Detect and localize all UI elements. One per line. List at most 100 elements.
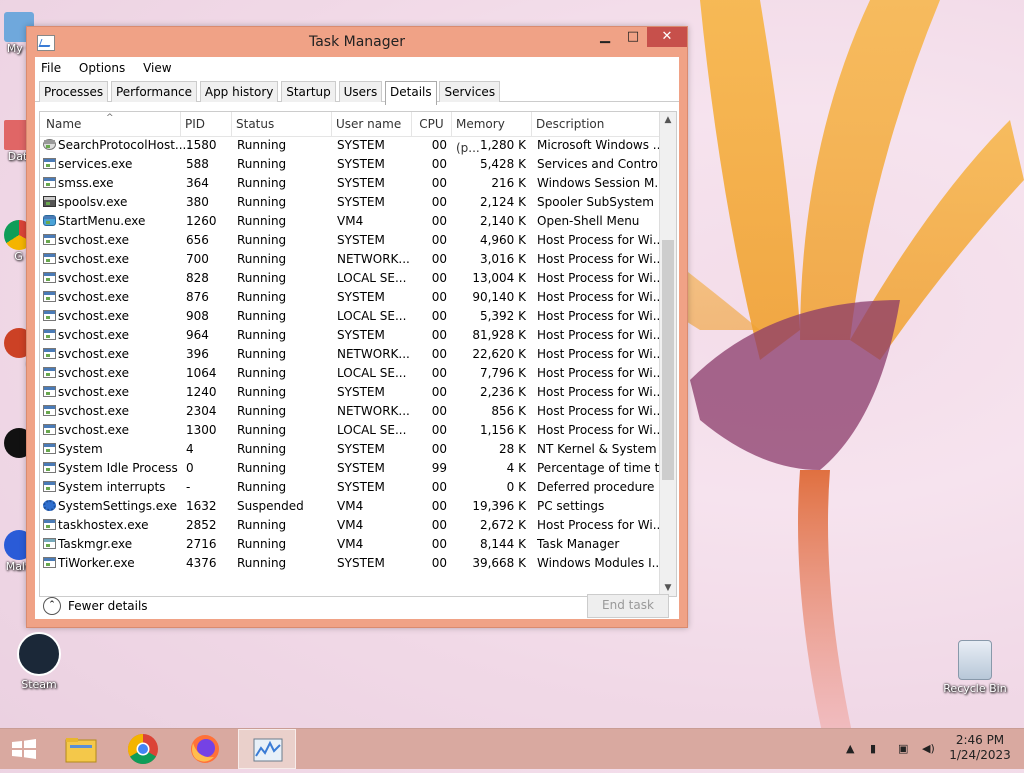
column-header-name[interactable]: Name ^ <box>40 112 181 136</box>
file-explorer-icon <box>65 738 97 763</box>
cell-memory: 856 K <box>491 404 526 418</box>
fewer-details-link[interactable]: Fewer details <box>68 599 148 613</box>
tab-services[interactable]: Services <box>439 81 501 102</box>
cell-cpu: 00 <box>431 385 447 399</box>
cell-name: svchost.exe <box>58 328 129 342</box>
taskbar-firefox[interactable] <box>176 729 234 769</box>
cell-memory: 2,236 K <box>479 385 526 399</box>
cell-description: Host Process for Wi... <box>537 309 659 323</box>
menu-view[interactable]: View <box>143 61 171 75</box>
tab-details[interactable]: Details <box>385 81 437 105</box>
cell-pid: 380 <box>186 195 209 209</box>
cell-pid: 1580 <box>186 138 217 152</box>
table-row[interactable]: svchost.exe 964 Running SYSTEM 00 81,928 K Hos… <box>40 326 660 345</box>
table-row[interactable]: StartMenu.exe 1260 Running VM4 00 2,140 K Open… <box>40 212 660 231</box>
volume-icon[interactable]: ◀) <box>922 729 935 769</box>
cell-description: Microsoft Windows ... <box>537 138 659 152</box>
table-row[interactable]: svchost.exe 876 Running SYSTEM 00 90,140 K Hos… <box>40 288 660 307</box>
cell-description: Host Process for Wi... <box>537 328 659 342</box>
tab-startup[interactable]: Startup <box>281 81 336 102</box>
cell-status: Suspended <box>237 499 304 513</box>
tab-strip: Processes Performance App history Startu… <box>35 79 679 105</box>
scroll-thumb[interactable] <box>662 240 674 480</box>
task-manager-icon <box>253 738 283 762</box>
cell-user-name: SYSTEM <box>337 385 385 399</box>
cell-status: Running <box>237 347 287 361</box>
taskbar-chrome[interactable] <box>114 729 172 769</box>
printer-process-icon <box>43 196 56 207</box>
taskbar-file-explorer[interactable] <box>52 729 110 769</box>
table-row[interactable]: svchost.exe 700 Running NETWORK... 00 3,016 K… <box>40 250 660 269</box>
menu-options[interactable]: Options <box>79 61 125 75</box>
cell-memory: 19,396 K <box>472 499 526 513</box>
table-row[interactable]: svchost.exe 1064 Running LOCAL SE... 00 7,796… <box>40 364 660 383</box>
title-bar[interactable]: Task Manager ▁ □ ✕ <box>27 27 687 57</box>
tab-users[interactable]: Users <box>338 81 383 102</box>
table-row[interactable]: svchost.exe 828 Running LOCAL SE... 00 13,004… <box>40 269 660 288</box>
desktop-icon-label: Steam <box>21 678 57 691</box>
cell-name: System Idle Process <box>58 461 178 475</box>
taskbar-clock[interactable]: 2:46 PM 1/24/2023 <box>948 733 1012 763</box>
cell-pid: 908 <box>186 309 209 323</box>
table-row[interactable]: smss.exe 364 Running SYSTEM 00 216 K Windows S… <box>40 174 660 193</box>
cell-description: Spooler SubSystem ... <box>537 195 659 209</box>
column-header-user-name[interactable]: User name <box>332 112 412 136</box>
cell-pid: 396 <box>186 347 209 361</box>
cell-name: svchost.exe <box>58 423 129 437</box>
table-row[interactable]: System Idle Process 0 Running SYSTEM 99 4 K Pe… <box>40 459 660 478</box>
cell-memory: 22,620 K <box>472 347 526 361</box>
table-row[interactable]: svchost.exe 396 Running NETWORK... 00 22,620 … <box>40 345 660 364</box>
table-row[interactable]: System interrupts - Running SYSTEM 00 0 K Defe… <box>40 478 660 497</box>
cell-name: svchost.exe <box>58 233 129 247</box>
scroll-up-icon[interactable]: ▲ <box>660 112 676 128</box>
table-row[interactable]: taskhostex.exe 2852 Running VM4 00 2,672 K Hos… <box>40 516 660 535</box>
taskbar-task-manager[interactable] <box>238 729 296 769</box>
column-header-memory[interactable]: Memory (p... <box>452 112 532 155</box>
window-process-icon <box>43 177 56 188</box>
cell-pid: 2304 <box>186 404 217 418</box>
window-process-icon <box>43 272 56 283</box>
tab-app-history[interactable]: App history <box>199 81 279 102</box>
table-row[interactable]: services.exe 588 Running SYSTEM 00 5,428 K Ser… <box>40 155 660 174</box>
desktop-icon-recycle-bin[interactable]: Recycle Bin <box>940 640 1010 695</box>
desktop-icon-steam[interactable]: Steam <box>4 632 74 691</box>
end-task-button[interactable]: End task <box>587 594 669 618</box>
tab-processes[interactable]: Processes <box>39 81 109 102</box>
chevron-up-icon[interactable]: ⌃ <box>43 597 61 615</box>
window-title: Task Manager <box>308 34 406 50</box>
cell-user-name: NETWORK... <box>337 252 410 266</box>
column-header-cpu[interactable]: CPU <box>412 112 452 136</box>
table-row[interactable]: System 4 Running SYSTEM 00 28 K NT Kernel & Sy… <box>40 440 660 459</box>
network-icon[interactable]: ▣ <box>898 729 908 769</box>
cell-status: Running <box>237 233 287 247</box>
cell-name: taskhostex.exe <box>58 518 149 532</box>
table-row[interactable]: svchost.exe 656 Running SYSTEM 00 4,960 K Host… <box>40 231 660 250</box>
vertical-scrollbar[interactable]: ▲ ▼ <box>659 112 676 596</box>
column-header-status[interactable]: Status <box>232 112 332 136</box>
cell-description: Open-Shell Menu <box>537 214 640 228</box>
menu-file[interactable]: File <box>41 61 61 75</box>
table-row[interactable]: SystemSettings.exe 1632 Suspended VM4 00 19,3… <box>40 497 660 516</box>
minimize-button[interactable]: ▁ <box>591 27 619 47</box>
table-row[interactable]: svchost.exe 908 Running LOCAL SE... 00 5,392 … <box>40 307 660 326</box>
table-row[interactable]: SearchProtocolHost.... 1580 Running SYSTEM 0… <box>40 136 660 155</box>
maximize-button[interactable]: □ <box>619 27 647 47</box>
gear-process-icon <box>43 500 56 511</box>
cell-status: Running <box>237 442 287 456</box>
table-row[interactable]: svchost.exe 2304 Running NETWORK... 00 856 K H… <box>40 402 660 421</box>
table-row[interactable]: svchost.exe 1300 Running LOCAL SE... 00 1,156… <box>40 421 660 440</box>
start-button[interactable] <box>0 729 58 769</box>
cell-pid: 1632 <box>186 499 217 513</box>
table-row[interactable]: spoolsv.exe 380 Running SYSTEM 00 2,124 K Spoo… <box>40 193 660 212</box>
column-label: Name <box>46 117 82 131</box>
table-row[interactable]: TiWorker.exe 4376 Running SYSTEM 00 39,668 K W… <box>40 554 660 573</box>
table-row[interactable]: svchost.exe 1240 Running SYSTEM 00 2,236 K Hos… <box>40 383 660 402</box>
show-hidden-icons[interactable]: ▲ <box>846 729 854 769</box>
column-header-pid[interactable]: PID <box>181 112 232 136</box>
cell-name: System interrupts <box>58 480 166 494</box>
action-center-icon[interactable]: ▮ <box>870 729 876 769</box>
close-button[interactable]: ✕ <box>647 27 687 47</box>
table-row[interactable]: Taskmgr.exe 2716 Running VM4 00 8,144 K Task M… <box>40 535 660 554</box>
column-header-description[interactable]: Description <box>532 112 660 136</box>
tab-performance[interactable]: Performance <box>110 81 198 102</box>
